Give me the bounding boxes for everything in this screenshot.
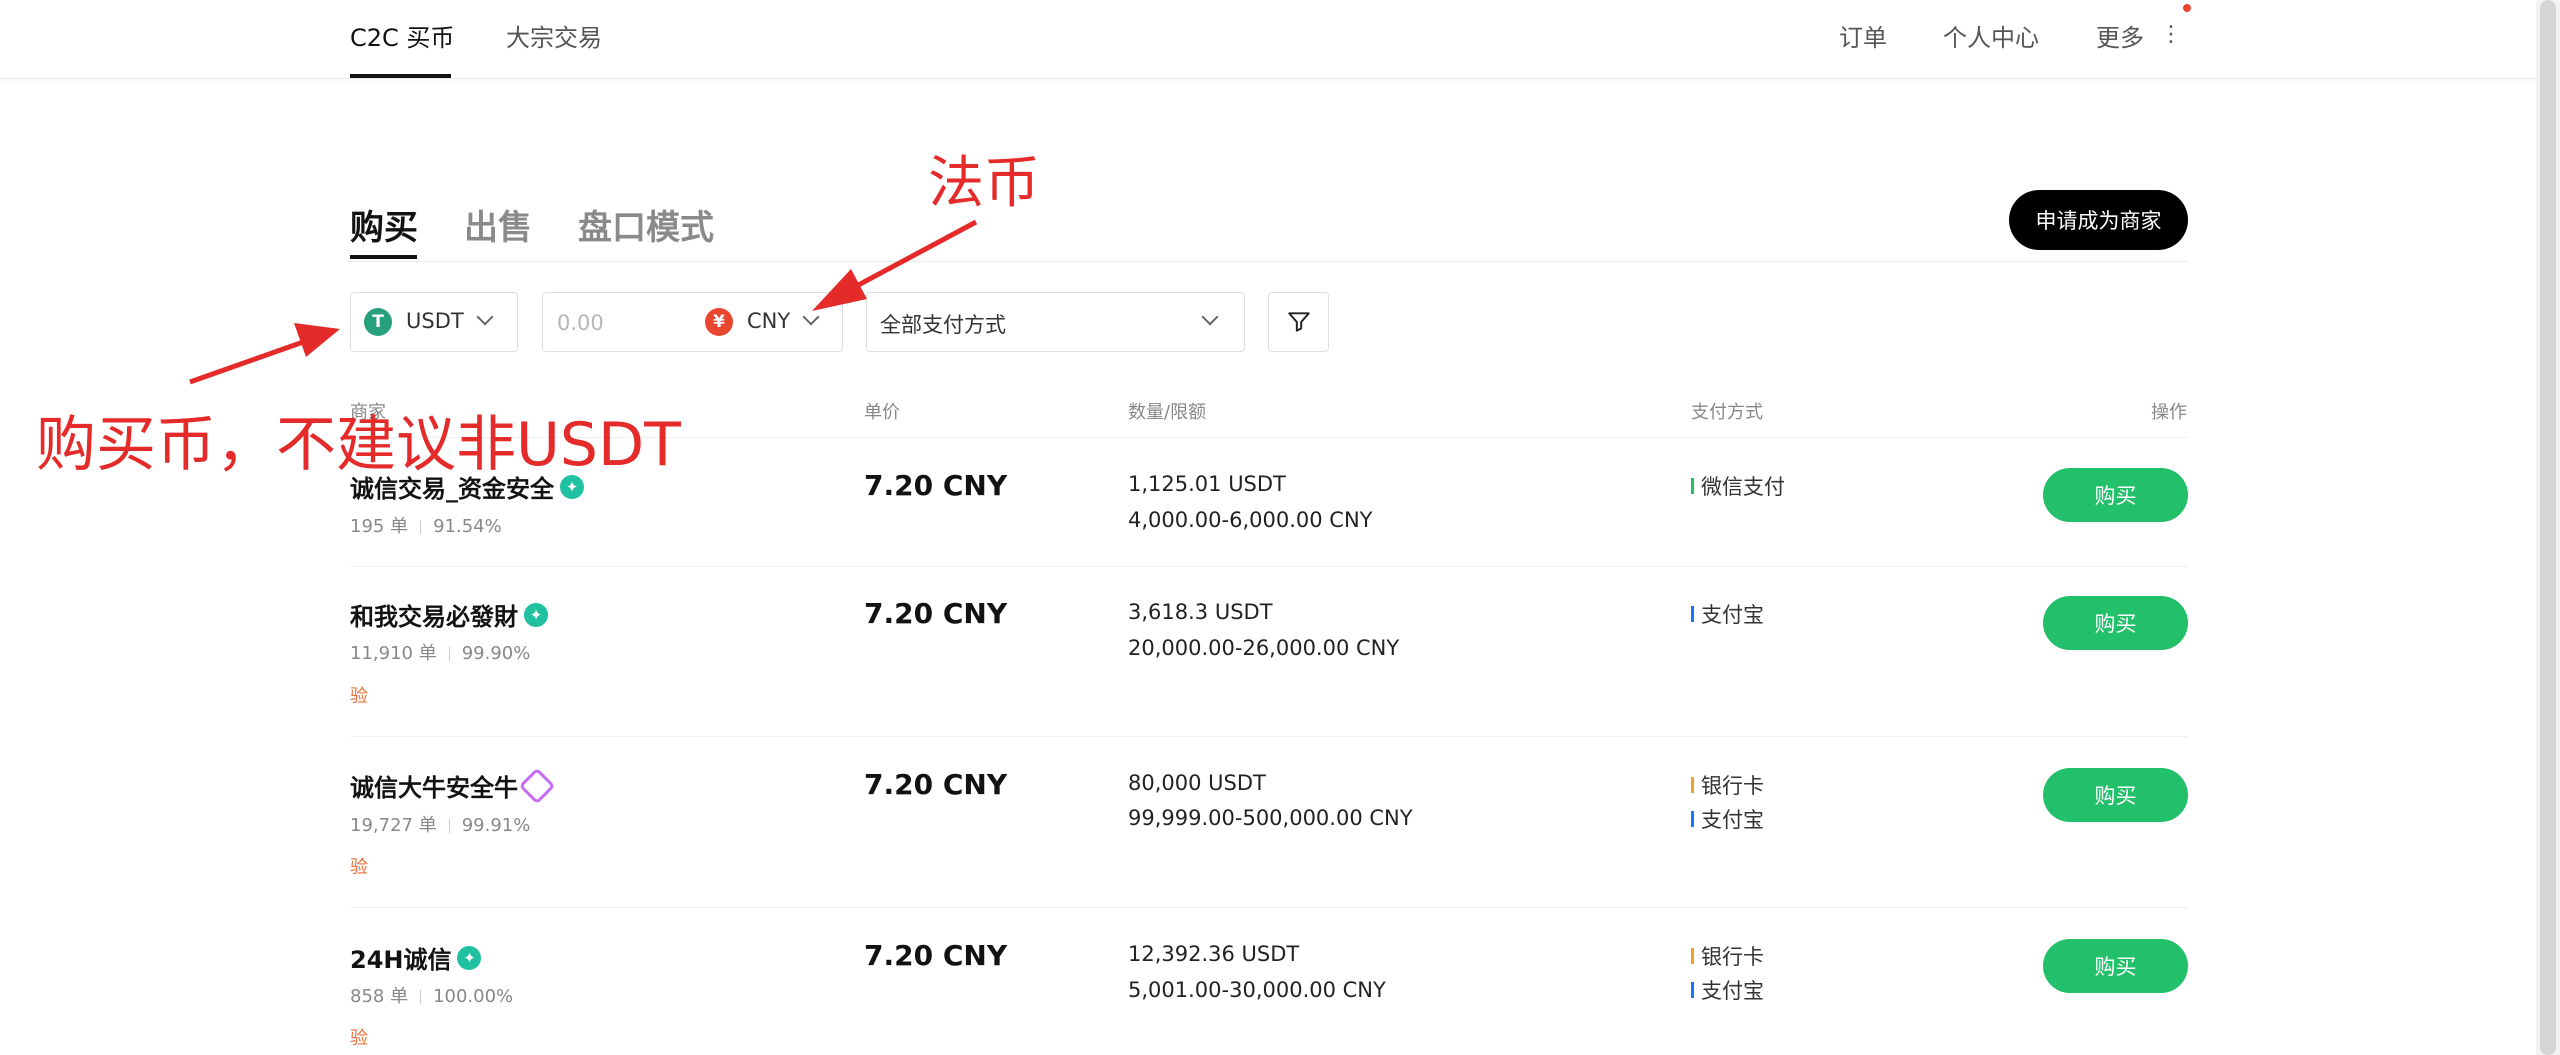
completion-rate: 91.54% <box>433 516 502 537</box>
top-navigation: C2C 买币 大宗交易 订单 个人中心 更多 ⋮ <box>0 0 2536 79</box>
tabs-divider <box>350 261 2188 262</box>
available-amount: 80,000 USDT <box>1128 771 1266 795</box>
merchant-stats: 19,727 单 99.91% <box>350 811 530 837</box>
payment-select-value: 全部支付方式 <box>880 313 1006 337</box>
buy-button[interactable]: 购买 <box>2043 939 2188 993</box>
annotation-fiat-label: 法币 <box>928 151 1040 216</box>
merchant-name: 和我交易必發財 <box>350 603 518 631</box>
header-quantity: 数量/限额 <box>1128 402 1207 423</box>
row-divider <box>350 566 2188 567</box>
fiat-select-value: CNY <box>747 309 791 333</box>
payment-color-bar <box>1691 982 1694 998</box>
payment-color-bar <box>1691 777 1694 793</box>
payment-color-bar <box>1691 606 1694 622</box>
completion-rate: 99.90% <box>461 643 531 664</box>
order-count: 11,910 单 <box>350 643 437 664</box>
trade-tab-underline <box>350 255 417 259</box>
nav-tab-block-trade[interactable]: 大宗交易 <box>506 18 602 53</box>
nav-more-link[interactable]: 更多 <box>2096 18 2144 53</box>
available-amount: 3,618.3 USDT <box>1128 600 1273 624</box>
filter-button[interactable] <box>1268 292 1329 352</box>
payment-label: 支付宝 <box>1701 808 1764 832</box>
yuan-icon: ¥ <box>705 308 733 336</box>
order-limit: 5,001.00-30,000.00 CNY <box>1128 978 1386 1002</box>
completion-rate: 99.91% <box>461 815 531 836</box>
annotation-coin-label: 购买币，不建议非USDT <box>36 410 681 480</box>
payment-method-wechat: 微信支付 <box>1691 471 1785 501</box>
payment-method-alipay: 支付宝 <box>1691 804 1764 834</box>
apply-merchant-button[interactable]: 申请成为商家 <box>2009 190 2188 250</box>
verified-tag: 验 <box>350 686 368 707</box>
header-price: 单价 <box>864 402 900 423</box>
merchant-name: 诚信大牛安全牛 <box>350 774 518 802</box>
buy-button[interactable]: 购买 <box>2043 468 2188 522</box>
amount-input[interactable] <box>555 307 699 339</box>
merchant-name-link[interactable]: 诚信大牛安全牛 <box>350 767 556 805</box>
buy-button[interactable]: 购买 <box>2043 596 2188 650</box>
chevron-down-icon <box>802 308 820 326</box>
payment-method-select[interactable]: 全部支付方式 <box>866 292 1245 352</box>
nav-orders-link[interactable]: 订单 <box>1839 18 1887 53</box>
tether-icon: T <box>364 308 392 336</box>
coin-select[interactable]: T USDT <box>350 292 518 352</box>
unit-price: 7.20 CNY <box>864 939 1008 972</box>
completion-rate: 100.00% <box>433 986 514 1007</box>
merchant-stats: 195 单 91.54% <box>350 512 502 538</box>
vertical-dots-icon[interactable]: ⋮ <box>2160 22 2182 47</box>
order-limit: 20,000.00-26,000.00 CNY <box>1128 636 1400 660</box>
merchant-stats: 858 单 100.00% <box>350 982 513 1008</box>
unit-price: 7.20 CNY <box>864 768 1008 801</box>
payment-method-bank-card: 银行卡 <box>1691 770 1764 800</box>
verified-tag: 验 <box>350 857 368 878</box>
tab-buy[interactable]: 购买 <box>350 200 418 249</box>
merchant-name-link[interactable]: 和我交易必發財 ✦ <box>350 597 548 632</box>
chevron-down-icon <box>476 308 494 326</box>
tab-sell[interactable]: 出售 <box>464 200 532 249</box>
tab-orderbook-mode[interactable]: 盘口模式 <box>578 200 714 249</box>
unit-price: 7.20 CNY <box>864 597 1008 630</box>
amount-fiat-group: ¥ CNY <box>542 292 843 352</box>
payment-label: 银行卡 <box>1701 774 1764 798</box>
payment-method-alipay: 支付宝 <box>1691 975 1764 1005</box>
payment-method-bank-card: 银行卡 <box>1691 941 1764 971</box>
order-count: 19,727 单 <box>350 815 437 836</box>
verified-tag: 验 <box>350 1028 368 1049</box>
payment-color-bar <box>1691 811 1694 827</box>
order-count: 858 单 <box>350 986 409 1007</box>
header-payment: 支付方式 <box>1691 402 1763 423</box>
coin-select-value: USDT <box>406 309 464 333</box>
payment-label: 支付宝 <box>1701 979 1764 1003</box>
buy-button[interactable]: 购买 <box>2043 768 2188 822</box>
nav-tab-c2c[interactable]: C2C 买币 <box>350 18 454 53</box>
payment-label: 银行卡 <box>1701 945 1764 969</box>
nav-active-underline <box>350 74 451 78</box>
payment-label: 微信支付 <box>1701 475 1785 499</box>
available-amount: 12,392.36 USDT <box>1128 942 1300 966</box>
order-limit: 4,000.00-6,000.00 CNY <box>1128 508 1373 532</box>
arrow-to-coin-icon <box>189 323 340 385</box>
chevron-down-icon <box>1201 308 1219 326</box>
merchant-name: 24H诚信 <box>350 946 452 974</box>
payment-method-alipay: 支付宝 <box>1691 599 1764 629</box>
funnel-icon <box>1288 312 1310 332</box>
merchant-name-link[interactable]: 24H诚信 ✦ <box>350 940 482 975</box>
nav-user-center-link[interactable]: 个人中心 <box>1943 18 2039 53</box>
diamond-badge-icon <box>518 767 556 805</box>
merchant-stats: 11,910 单 99.90% <box>350 639 530 665</box>
verified-badge-icon: ✦ <box>457 946 482 970</box>
scrollbar-thumb[interactable] <box>2540 0 2556 1055</box>
row-divider <box>350 736 2188 737</box>
payment-color-bar <box>1691 948 1694 964</box>
notification-dot <box>2183 4 2191 12</box>
fiat-select[interactable]: ¥ CNY <box>693 293 843 351</box>
row-divider <box>350 907 2188 908</box>
order-count: 195 单 <box>350 516 409 537</box>
unit-price: 7.20 CNY <box>864 469 1008 502</box>
order-limit: 99,999.00-500,000.00 CNY <box>1128 806 1413 830</box>
available-amount: 1,125.01 USDT <box>1128 472 1286 496</box>
verified-badge-icon: ✦ <box>524 603 548 627</box>
payment-label: 支付宝 <box>1701 603 1764 627</box>
header-action: 操作 <box>2151 402 2187 423</box>
payment-color-bar <box>1691 478 1694 494</box>
